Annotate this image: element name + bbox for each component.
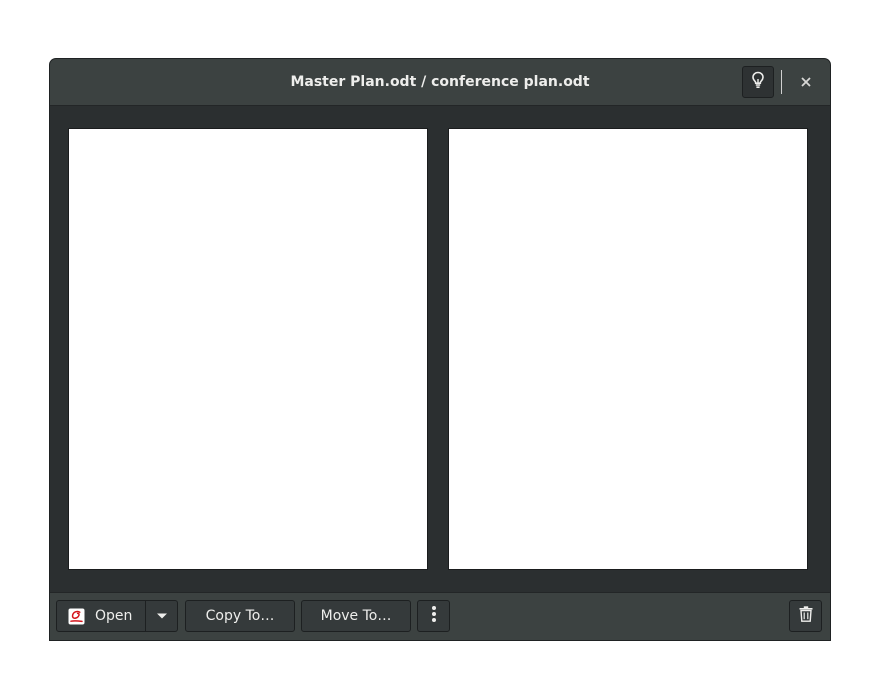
vertical-ellipsis-icon [431, 605, 437, 627]
right-document-preview[interactable] [448, 128, 808, 570]
window-title: Master Plan.odt / conference plan.odt [290, 74, 590, 90]
move-to-button[interactable]: Move To… [301, 600, 411, 632]
hint-button[interactable] [742, 66, 774, 98]
titlebar: Master Plan.odt / conference plan.odt [50, 59, 830, 106]
close-button[interactable] [794, 66, 818, 98]
copy-to-label: Copy To… [205, 608, 275, 624]
comparison-area [50, 106, 830, 592]
document-app-icon [68, 608, 85, 625]
lightbulb-icon [750, 71, 766, 93]
open-button-label: Open [95, 608, 133, 624]
delete-button[interactable] [789, 600, 822, 632]
open-button[interactable]: Open [56, 600, 146, 632]
titlebar-separator [781, 70, 782, 94]
open-options-button[interactable] [146, 600, 178, 632]
move-to-label: Move To… [320, 608, 392, 624]
copy-to-button[interactable]: Copy To… [185, 600, 295, 632]
chevron-down-icon [156, 608, 168, 624]
more-options-button[interactable] [417, 600, 450, 632]
trash-icon [799, 606, 813, 626]
conflict-dialog-window: Master Plan.odt / conference plan.odt Op… [50, 59, 830, 640]
close-icon [800, 73, 812, 92]
left-document-preview[interactable] [68, 128, 428, 570]
action-bar: Open Copy To… Move To… [50, 592, 830, 640]
